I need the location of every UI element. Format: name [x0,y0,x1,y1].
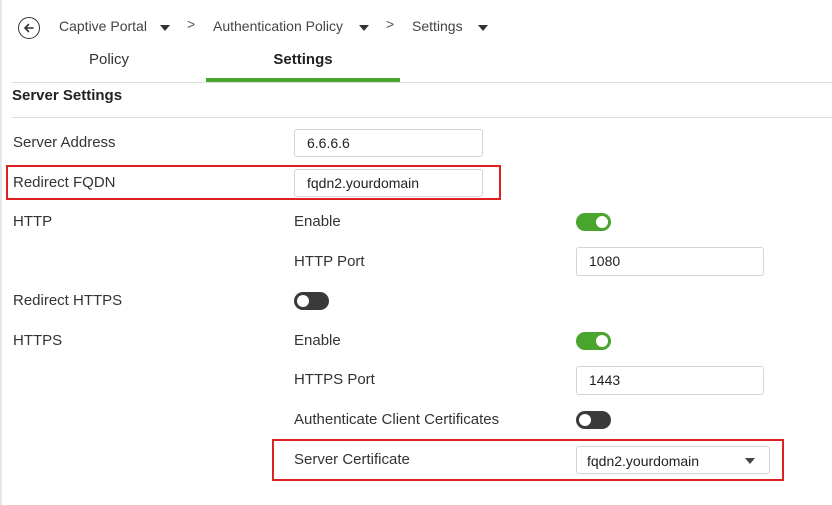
server-address-label: Server Address [13,134,116,151]
toggle-knob [579,414,591,426]
authenticate-client-certificates-toggle[interactable] [576,411,611,429]
chevron-down-icon[interactable] [359,25,369,31]
redirect-https-toggle[interactable] [294,292,329,310]
server-certificate-value: fqdn2.yourdomain [587,453,700,469]
toggle-knob [297,295,309,307]
server-certificate-label: Server Certificate [294,451,410,468]
https-label: HTTPS [13,332,63,349]
server-address-input[interactable]: 6.6.6.6 [294,129,483,157]
page-left-border [0,0,2,505]
section-divider [12,117,832,118]
authenticate-client-certificates-label: Authenticate Client Certificates [294,411,500,428]
https-port-label: HTTPS Port [294,371,375,388]
chevron-down-icon [745,458,755,464]
toggle-knob [596,216,608,228]
arrow-left-icon [24,23,34,33]
breadcrumb-item-settings[interactable]: Settings [412,18,463,34]
redirect-fqdn-label: Redirect FQDN [13,174,116,191]
back-button[interactable] [18,17,40,39]
http-enable-toggle[interactable] [576,213,611,231]
toggle-knob [596,335,608,347]
redirect-fqdn-input[interactable]: fqdn2.yourdomain [294,169,483,197]
http-label: HTTP [13,213,53,230]
breadcrumb-item-captive-portal[interactable]: Captive Portal [59,18,147,34]
breadcrumb-separator: > [187,16,196,32]
https-enable-toggle[interactable] [576,332,611,350]
chevron-down-icon[interactable] [478,25,488,31]
tab-divider [12,82,832,83]
server-certificate-select[interactable]: fqdn2.yourdomain [576,446,770,474]
section-title: Server Settings [12,87,123,104]
http-port-label: HTTP Port [294,253,365,270]
https-enable-label: Enable [294,332,341,349]
breadcrumb-separator: > [386,16,395,32]
tab-policy[interactable]: Policy [12,51,206,81]
breadcrumb-item-authentication-policy[interactable]: Authentication Policy [213,18,343,34]
chevron-down-icon[interactable] [160,25,170,31]
http-enable-label: Enable [294,213,341,230]
http-port-input[interactable]: 1080 [576,247,764,276]
https-port-input[interactable]: 1443 [576,366,764,395]
redirect-https-label: Redirect HTTPS [13,292,123,309]
tab-settings[interactable]: Settings [206,51,400,81]
